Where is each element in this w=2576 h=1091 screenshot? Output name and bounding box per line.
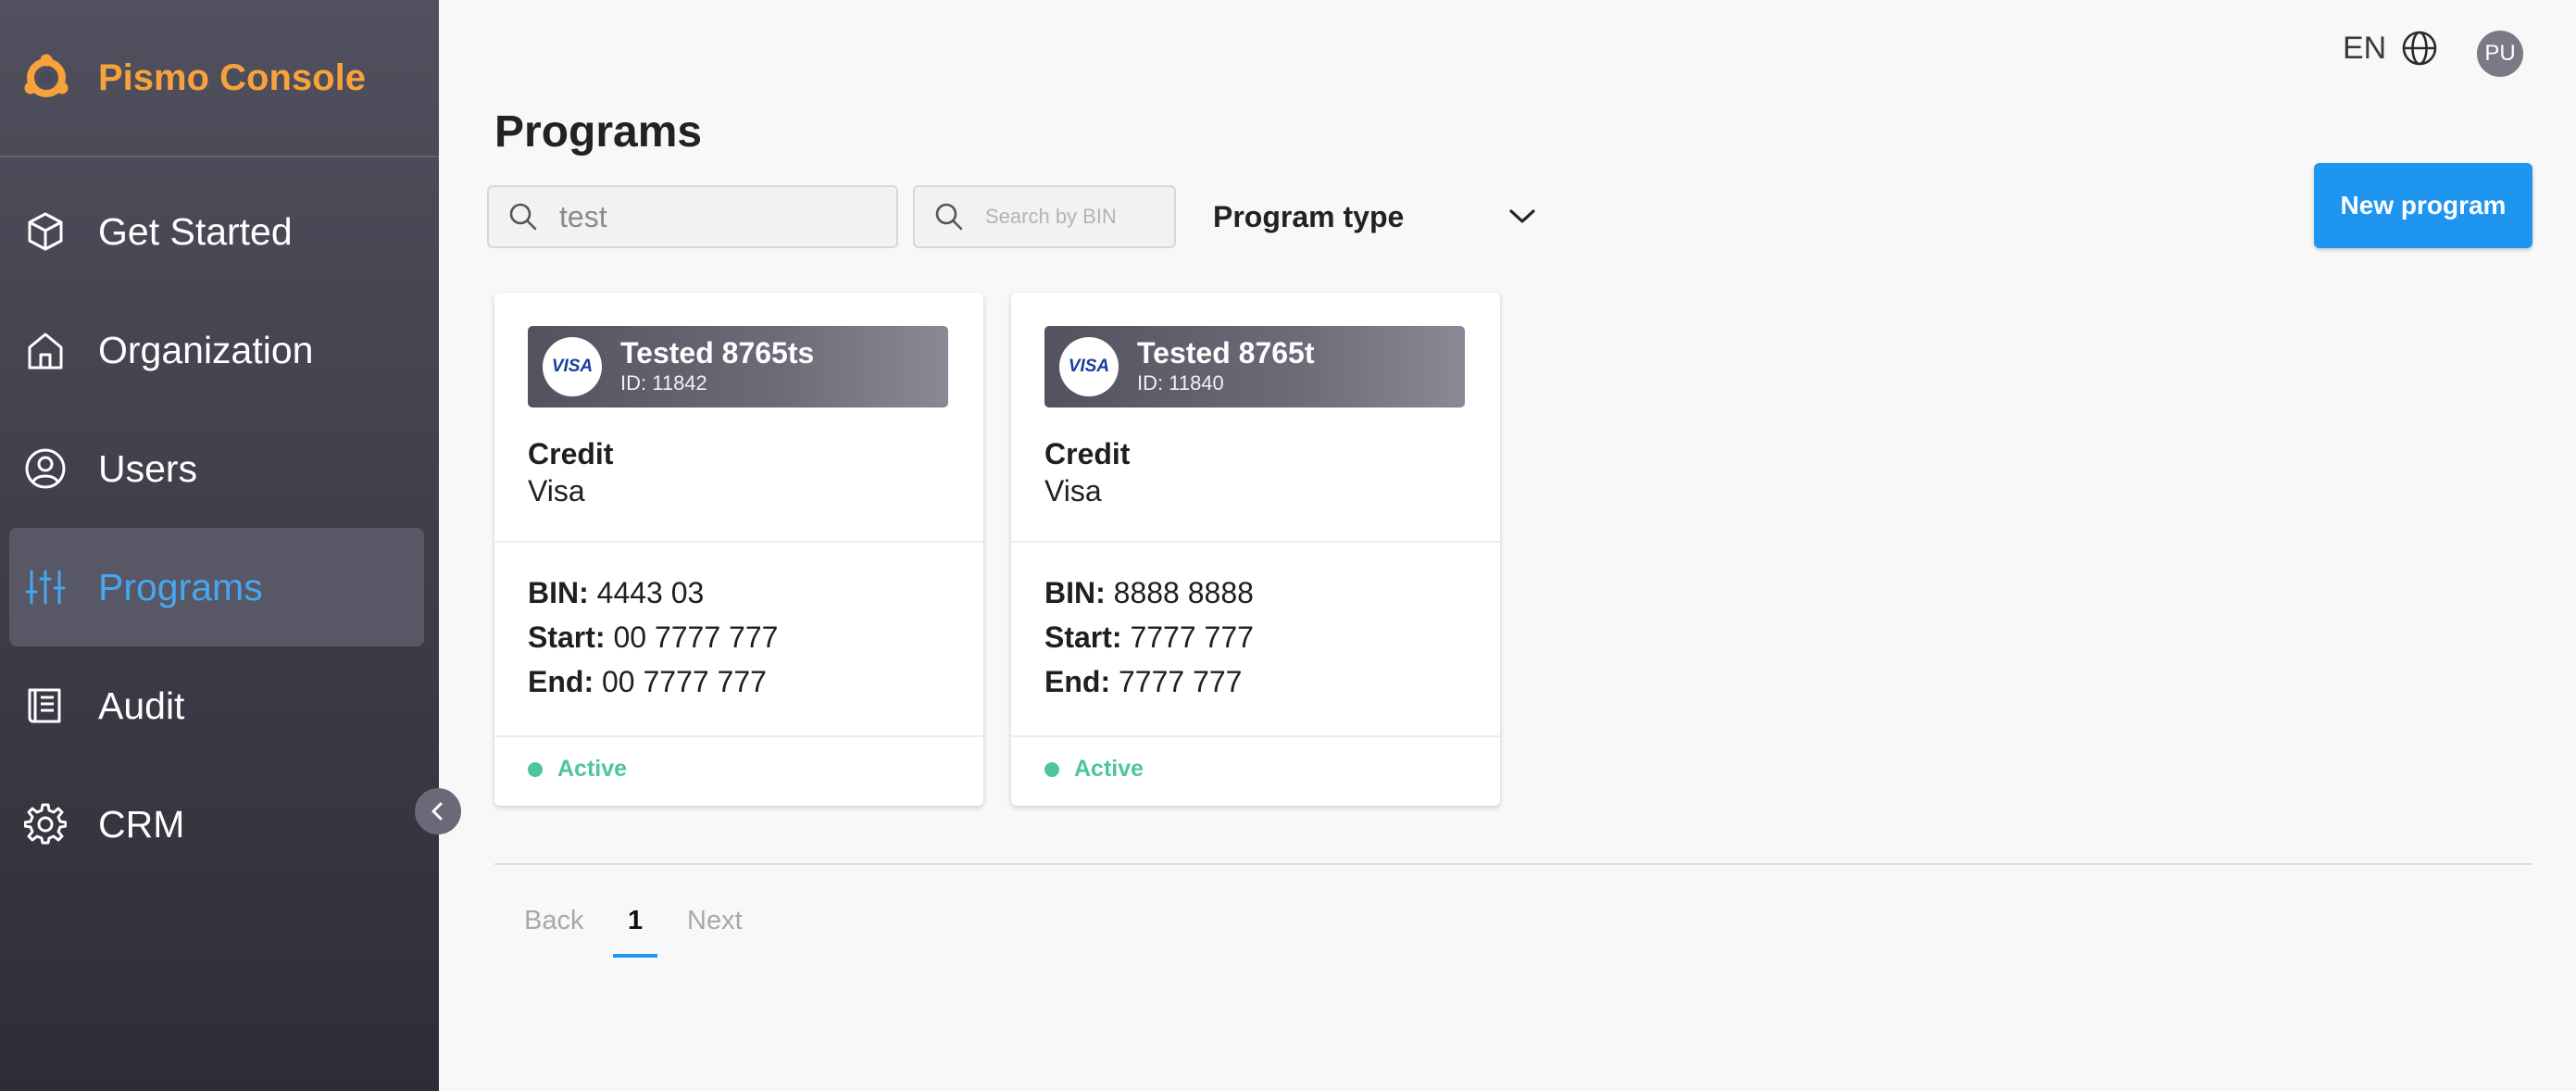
program-card[interactable]: VISA Tested 8765ts ID: 11842 Credit Visa…: [494, 293, 983, 806]
end-value: 7777 777: [1118, 665, 1243, 698]
divider: [494, 735, 983, 737]
card-banner: VISA Tested 8765t ID: 11840: [1044, 326, 1465, 408]
active-page-indicator: [613, 954, 657, 958]
start-line: Start: 7777 777: [1044, 621, 1254, 655]
pismo-logo-icon: [22, 54, 70, 102]
program-name: Tested 8765ts: [620, 336, 815, 370]
pagination-page-1[interactable]: 1: [628, 906, 643, 936]
program-brand: Visa: [528, 474, 585, 508]
status-dot-icon: [1044, 761, 1059, 777]
start-label: Start:: [528, 621, 606, 654]
sidebar-item-label: Programs: [98, 565, 263, 608]
bin-line: BIN: 4443 03: [528, 576, 704, 610]
divider: [1011, 541, 1500, 543]
end-label: End:: [1044, 665, 1111, 698]
status-dot-icon: [528, 761, 543, 777]
program-card[interactable]: VISA Tested 8765t ID: 11840 Credit Visa …: [1011, 293, 1500, 806]
start-value: 00 7777 777: [613, 621, 779, 654]
end-label: End:: [528, 665, 594, 698]
pagination-back-button[interactable]: Back: [524, 906, 583, 936]
chevron-down-icon: [1509, 209, 1535, 223]
bin-label: BIN:: [528, 576, 589, 609]
visa-logo-icon: VISA: [543, 337, 602, 396]
bin-search-input-box[interactable]: [913, 185, 1176, 248]
search-value: test: [559, 199, 607, 233]
program-type-dropdown[interactable]: Program type: [1213, 193, 1537, 241]
start-label: Start:: [1044, 621, 1122, 654]
page-title: Programs: [494, 107, 703, 157]
sidebar-item-organization[interactable]: Organization: [9, 291, 424, 409]
bin-search-input[interactable]: [985, 205, 1115, 229]
divider: [494, 541, 983, 543]
book-icon: [22, 683, 69, 729]
new-program-button[interactable]: New program: [2314, 163, 2532, 248]
end-line: End: 00 7777 777: [528, 665, 767, 699]
bin-value: 8888 8888: [1113, 576, 1254, 609]
sidebar-item-audit[interactable]: Audit: [9, 646, 424, 765]
sidebar-item-label: CRM: [98, 802, 185, 846]
program-brand: Visa: [1044, 474, 1102, 508]
status-text: Active: [557, 756, 628, 782]
program-type: Credit: [528, 437, 614, 470]
card-banner: VISA Tested 8765ts ID: 11842: [528, 326, 948, 408]
status-badge: Active: [528, 756, 627, 783]
cube-icon: [22, 208, 69, 255]
sidebar-item-label: Users: [98, 446, 198, 490]
search-icon: [509, 203, 537, 231]
user-circle-icon: [22, 445, 69, 492]
start-value: 7777 777: [1130, 621, 1254, 654]
sidebar-item-label: Audit: [98, 683, 185, 727]
language-code: EN: [2343, 30, 2387, 66]
start-line: Start: 00 7777 777: [528, 621, 778, 655]
globe-icon: [2402, 31, 2437, 66]
program-name: Tested 8765t: [1137, 336, 1315, 370]
program-id: ID: 11842: [620, 371, 707, 395]
sidebar-item-get-started[interactable]: Get Started: [9, 172, 424, 291]
bin-value: 4443 03: [596, 576, 705, 609]
language-selector[interactable]: EN: [2343, 30, 2438, 67]
sidebar-item-programs[interactable]: Programs: [9, 528, 424, 646]
program-type-label: Program type: [1213, 199, 1405, 233]
sidebar-item-label: Organization: [98, 328, 314, 371]
status-text: Active: [1074, 756, 1144, 782]
house-icon: [22, 327, 69, 373]
sidebar-item-users[interactable]: Users: [9, 409, 424, 528]
pagination-divider: [494, 863, 2532, 865]
bin-label: BIN:: [1044, 576, 1106, 609]
sidebar-item-label: Get Started: [98, 209, 293, 253]
app-name: Pismo Console: [98, 56, 366, 98]
end-value: 00 7777 777: [601, 665, 767, 698]
brand-header[interactable]: Pismo Console: [0, 0, 439, 157]
gear-icon: [22, 801, 69, 847]
pagination-next-button[interactable]: Next: [687, 906, 743, 936]
sidebar-item-crm[interactable]: CRM: [9, 765, 424, 884]
collapse-sidebar-button[interactable]: [415, 788, 461, 834]
bin-line: BIN: 8888 8888: [1044, 576, 1254, 610]
search-input[interactable]: test: [487, 185, 898, 248]
end-line: End: 7777 777: [1044, 665, 1242, 699]
program-id: ID: 11840: [1137, 371, 1224, 395]
divider: [1011, 735, 1500, 737]
sidebar: Pismo Console Get Started Organization U…: [0, 0, 439, 1091]
search-icon: [935, 203, 963, 231]
program-type: Credit: [1044, 437, 1131, 470]
sliders-icon: [22, 564, 69, 610]
visa-logo-icon: VISA: [1059, 337, 1119, 396]
chevron-left-icon: [431, 802, 443, 821]
avatar[interactable]: PU: [2477, 31, 2523, 77]
status-badge: Active: [1044, 756, 1144, 783]
